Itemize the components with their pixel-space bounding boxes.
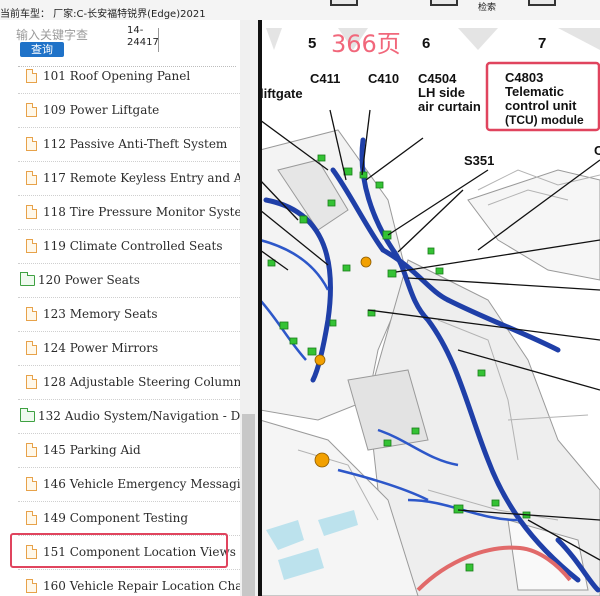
tree-item[interactable]: 112 Passive Anti-Theft System — [0, 128, 240, 162]
navigation-pane: 查询 14- 24417 101 Roof Opening Panel 109 … — [0, 20, 258, 596]
grid-number-5: 5 — [308, 35, 316, 52]
tree-item[interactable]: 146 Vehicle Emergency Messaging S — [0, 468, 258, 502]
document-icon — [26, 69, 37, 83]
document-icon — [26, 137, 37, 151]
label-c4504: C4504 — [418, 71, 457, 86]
tree-item-label: 145 Parking Aid — [43, 443, 141, 457]
document-icon — [26, 579, 37, 593]
tree-item-label: 149 Component Testing — [43, 511, 189, 525]
tree-item-label: 160 Vehicle Repair Location Charts — [43, 579, 258, 593]
tree-item-label: 101 Roof Opening Panel — [43, 69, 191, 83]
label-cut-off: C — [594, 143, 600, 158]
tree-folder[interactable]: 132 Audio System/Navigation - DUE — [0, 400, 258, 434]
text-cursor — [158, 28, 159, 52]
tree-item-label: 112 Passive Anti-Theft System — [43, 137, 228, 151]
folder-icon — [20, 272, 35, 286]
label-c4504-desc-1: LH side — [418, 85, 465, 100]
tree-item-label: 124 Power Mirrors — [43, 341, 159, 355]
toolbar-icon-3[interactable] — [528, 0, 556, 6]
toolbar-icon-1[interactable] — [330, 0, 358, 6]
tree-item[interactable]: 128 Adjustable Steering Column — [0, 366, 242, 400]
scrollbar-thumb[interactable] — [242, 414, 255, 596]
grid-number-7: 7 — [538, 35, 546, 52]
vehicle-body-outline — [259, 129, 600, 596]
tree-item-label: 128 Adjustable Steering Column — [43, 375, 242, 389]
tree-item-label: 146 Vehicle Emergency Messaging S — [43, 477, 258, 491]
tree-folder[interactable]: 120 Power Seats — [0, 264, 240, 298]
label-liftgate: liftgate — [260, 86, 303, 101]
label-c4504-desc-2: air curtain — [418, 99, 481, 114]
top-toolbar: 当前车型： 厂家:C-长安福特锐界(Edge)2021 检索 — [0, 0, 600, 20]
document-icon — [26, 239, 37, 253]
tree-item[interactable]: 124 Power Mirrors — [0, 332, 240, 366]
label-c4803: C4803 — [505, 70, 543, 85]
label-c410: C410 — [368, 71, 399, 86]
tree-item[interactable]: 118 Tire Pressure Monitor System — [0, 196, 253, 230]
wiring-location-diagram: 5 6 7 liftgate C411 C410 C4504 LH side a… — [258, 20, 600, 596]
label-c411: C411 — [310, 71, 340, 86]
tree-item[interactable]: 145 Parking Aid — [0, 434, 240, 468]
tree-item-label: 120 Power Seats — [38, 273, 140, 287]
document-icon — [26, 477, 37, 491]
grid-number-6: 6 — [422, 35, 430, 52]
document-icon — [26, 205, 37, 219]
toolbar-icon-2[interactable] — [430, 0, 458, 6]
tree-item[interactable]: 109 Power Liftgate — [0, 94, 240, 128]
tree-item[interactable]: 101 Roof Opening Panel — [0, 60, 240, 94]
folder-icon — [20, 408, 35, 422]
label-c4803-desc-2: control unit — [505, 98, 577, 113]
search-button[interactable]: 查询 — [20, 42, 64, 57]
vehicle-model-label: 当前车型： 厂家:C-长安福特锐界(Edge)2021 — [0, 9, 206, 20]
tree-item-label: 119 Climate Controlled Seats — [43, 239, 223, 253]
pane-divider[interactable] — [258, 20, 262, 596]
document-icon — [26, 375, 37, 389]
document-icon — [26, 307, 37, 321]
label-c4803-desc-3: (TCU) module — [505, 113, 584, 127]
tree-item-label: 117 Remote Keyless Entry and Alarm — [43, 171, 258, 185]
page-range-start: 14- — [127, 25, 144, 36]
tree-item-label: 109 Power Liftgate — [43, 103, 160, 117]
document-icon — [26, 103, 37, 117]
tree-item-label: 118 Tire Pressure Monitor System — [43, 205, 253, 219]
tree-item[interactable]: 117 Remote Keyless Entry and Alarm — [0, 162, 258, 196]
tree-item[interactable]: 149 Component Testing — [0, 502, 240, 536]
document-icon — [26, 511, 37, 525]
tree-item[interactable]: 123 Memory Seats — [0, 298, 240, 332]
diagram-viewer[interactable]: 5 6 7 liftgate C411 C410 C4504 LH side a… — [258, 20, 600, 596]
tree-item-label: 132 Audio System/Navigation - DUE — [38, 409, 258, 423]
label-c4803-desc-1: Telematic — [505, 84, 564, 99]
toolbar-search-label[interactable]: 检索 — [478, 0, 496, 13]
document-icon — [26, 171, 37, 185]
page-range-end: 24417 — [127, 37, 159, 48]
tree-item[interactable]: 119 Climate Controlled Seats — [0, 230, 240, 264]
label-s351: S351 — [464, 153, 494, 168]
tree-item-label: 123 Memory Seats — [43, 307, 158, 321]
tree-item[interactable]: 160 Vehicle Repair Location Charts — [0, 570, 258, 596]
page-number-badge: 366页 — [331, 30, 401, 58]
document-icon — [26, 341, 37, 355]
document-icon — [26, 443, 37, 457]
selection-highlight — [10, 533, 228, 568]
